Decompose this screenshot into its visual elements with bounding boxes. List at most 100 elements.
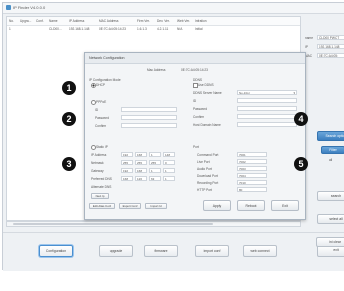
firmware-button[interactable]: firmware [144, 245, 178, 257]
ini-clear-button[interactable]: ini clear [316, 237, 344, 247]
netmask-octet-1[interactable]: 255 [121, 160, 133, 165]
pppoe-password-label: Password [95, 116, 109, 120]
col-upgrade[interactable]: Upgra... [20, 19, 31, 23]
gateway-octet-4[interactable]: 1 [163, 168, 175, 173]
web-connect-button[interactable]: web connect [243, 245, 277, 257]
cell-web: N/A [177, 27, 183, 31]
edit-alias-button[interactable]: Edit Alias Conf [89, 203, 115, 209]
live-port-input[interactable]: 7002 [237, 159, 267, 164]
name-value: CLD00 PWCT [319, 36, 340, 40]
search-option-header[interactable]: Search option [317, 131, 344, 141]
netmask-label: Netmask [91, 161, 104, 165]
callout-5-badge: 5 [294, 157, 308, 171]
cell-info: Initial [195, 27, 203, 31]
ddns-id-label: ID [193, 99, 197, 103]
audio-port-label: Audio Port [197, 167, 212, 171]
cell-firm: 1.6.1.3 [137, 27, 147, 31]
download-port-input[interactable]: 7004 [237, 173, 267, 178]
gateway-octet-2[interactable]: 168 [135, 168, 147, 173]
gateway-label: Gateway [91, 169, 104, 173]
ip-octet-1[interactable]: 192 [121, 152, 133, 157]
ddns-confirm-label: Confirm [193, 115, 205, 119]
download-port-label: Download Port [197, 174, 218, 178]
pppoe-password-input[interactable] [121, 115, 177, 120]
cell-ip: 192.168.1.148 [69, 27, 90, 31]
audio-port-input[interactable]: 7003 [237, 166, 267, 171]
ddns-password-label: Password [193, 107, 207, 111]
col-conf[interactable]: Conf. [36, 19, 44, 23]
dialog-title-bar: Network Configuration [85, 53, 305, 64]
col-info[interactable]: Infration [195, 19, 207, 23]
ip-octet-4[interactable]: 148 [163, 152, 175, 157]
horizontal-scrollbar[interactable] [6, 221, 301, 227]
command-port-input[interactable]: 7001 [237, 152, 267, 157]
ip-label: IP [305, 45, 309, 49]
ip-octet-2[interactable]: 168 [135, 152, 147, 157]
dns-octet-2[interactable]: 126 [135, 176, 147, 181]
dns-octet-4[interactable]: 1 [163, 176, 175, 181]
bottom-toolbar: Configuration upgrade firmware import co… [3, 232, 344, 271]
pppoe-id-label: ID [95, 108, 99, 112]
cell-mac: 0E:7C:A4:05:14:23 [99, 27, 126, 31]
ddns-confirm-input[interactable] [237, 114, 297, 119]
ip-value: 192.168.1.148 [319, 45, 340, 49]
ddns-server-label: DDNS Server Name [193, 91, 222, 95]
callout-2-badge: 2 [62, 112, 76, 126]
mac-value: 0E:7C:A4:05: [319, 54, 338, 58]
filter-button[interactable]: Filter [321, 146, 344, 154]
next-ip-button[interactable]: Next Ip [91, 193, 109, 199]
ip-octet-3[interactable]: 1 [149, 152, 161, 157]
ddns-id-input[interactable] [237, 98, 297, 103]
export-conf-button[interactable]: Export Conf [119, 203, 141, 209]
gateway-octet-3[interactable]: 1 [149, 168, 161, 173]
table-row[interactable]: 1 CLD00... 192.168.1.148 0E:7C:A4:05:14:… [7, 25, 300, 31]
callout-4-badge: 4 [294, 112, 308, 126]
gateway-octet-1[interactable]: 192 [121, 168, 133, 173]
static-ip-label: Static IP [96, 145, 108, 149]
dhcp-label: DHCP [96, 83, 106, 87]
pppoe-label: PPPoE [96, 100, 107, 104]
ddns-domain-label: Host Domain Name [193, 123, 221, 127]
reboot-button[interactable]: Reboot [237, 200, 265, 211]
ddns-domain-input[interactable] [237, 122, 297, 127]
alt-dns-label: Alternate DNS [91, 185, 112, 189]
col-dev[interactable]: Dev. Ver. [157, 19, 170, 23]
pppoe-id-input[interactable] [121, 107, 177, 112]
recording-port-label: Recording Port [197, 181, 219, 185]
import-conf-button[interactable]: import conf [195, 245, 229, 257]
netmask-octet-2[interactable]: 255 [135, 160, 147, 165]
col-no[interactable]: No. [9, 19, 14, 23]
name-label: name [305, 36, 313, 40]
dns-octet-3[interactable]: 63 [149, 176, 161, 181]
ddns-label: DDNS [193, 78, 203, 82]
recording-port-input[interactable]: 7010 [237, 180, 267, 185]
callout-1-badge: 1 [62, 81, 76, 95]
live-port-label: Live Port [197, 160, 210, 164]
upgrade-button[interactable]: upgrade [99, 245, 133, 257]
search-button[interactable]: search [317, 191, 344, 201]
col-firm[interactable]: Firm Ver. [137, 19, 150, 23]
select-all-button[interactable]: select all [317, 214, 344, 224]
http-port-label: HTTP Port [197, 188, 212, 192]
port-label: Port [193, 145, 199, 149]
col-name[interactable]: Name [49, 19, 58, 23]
dialog-exit-button[interactable]: Exit [271, 200, 299, 211]
scroll-thumb[interactable] [13, 223, 213, 225]
name-value-box: CLD00 PWCT [317, 35, 344, 40]
ddns-password-input[interactable] [237, 106, 297, 111]
ddns-server-select[interactable]: No-Infor [237, 90, 297, 95]
dns-octet-1[interactable]: 168 [121, 176, 133, 181]
import-id-button[interactable]: Import Id [145, 203, 167, 209]
col-web[interactable]: Web Ver. [177, 19, 190, 23]
col-ip[interactable]: IP Address [69, 19, 84, 23]
col-mac[interactable]: MAC Address [99, 19, 119, 23]
configuration-button[interactable]: Configuration [39, 245, 73, 257]
http-port-input[interactable]: 80 [237, 187, 267, 192]
apply-button[interactable]: Apply [203, 200, 231, 211]
cell-name: CLD00... [49, 27, 62, 31]
network-config-dialog: Network Configuration Mac Address 0E:7C:… [84, 52, 306, 220]
dialog-title: Network Configuration [89, 56, 125, 60]
netmask-octet-4[interactable]: 0 [163, 160, 175, 165]
netmask-octet-3[interactable]: 255 [149, 160, 161, 165]
pppoe-confirm-input[interactable] [121, 123, 177, 128]
